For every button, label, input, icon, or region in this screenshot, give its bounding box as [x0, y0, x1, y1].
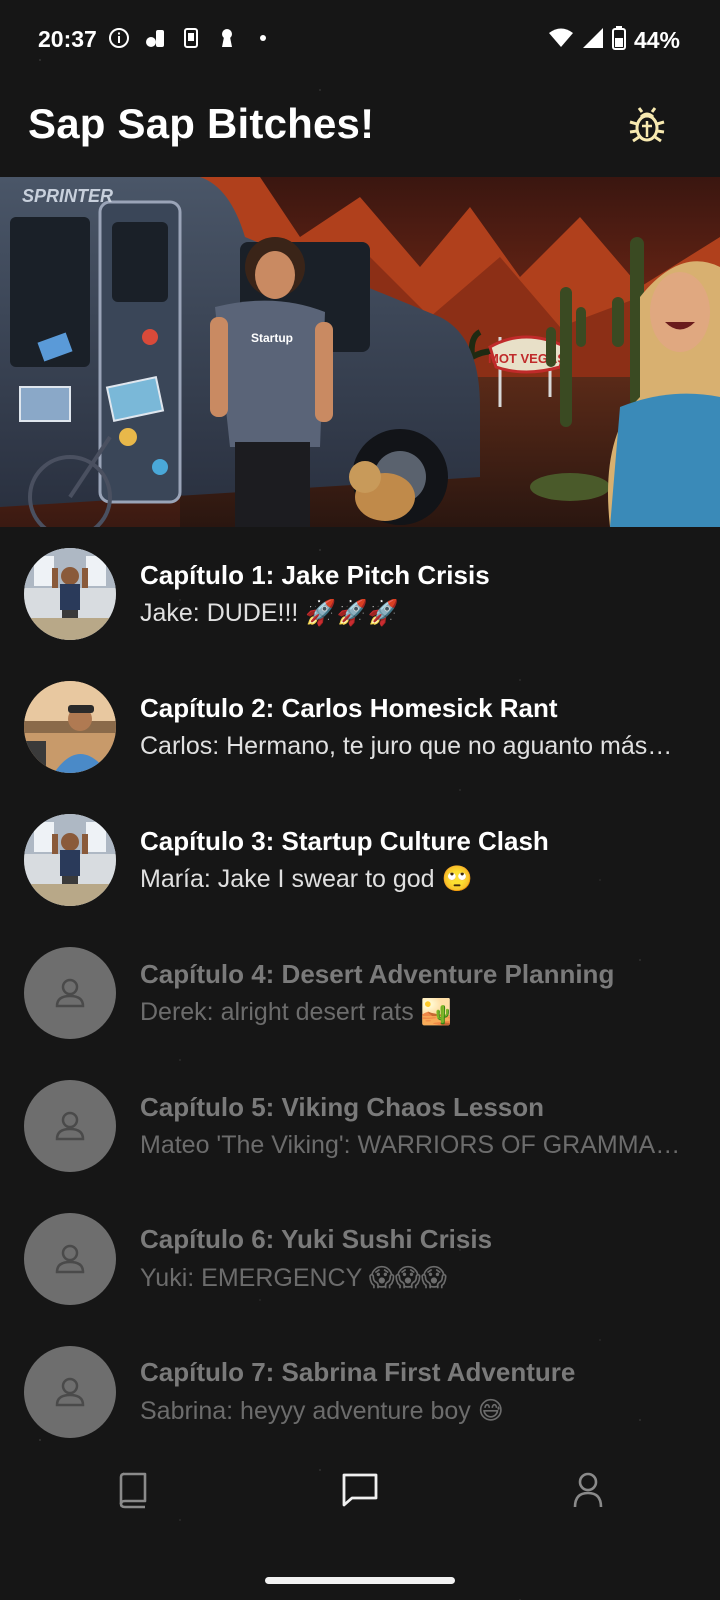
bug-icon: [629, 107, 665, 143]
chapter-text: Capítulo 5: Viking Chaos Lesson Mateo 'T…: [140, 1092, 696, 1160]
chat-icon: [342, 1473, 378, 1507]
bottom-navigation: [0, 1460, 720, 1540]
avatar: [24, 680, 116, 773]
chapter-preview: Mateo 'The Viking': WARRIORS OF GRAMMAR…: [140, 1130, 696, 1159]
status-bar: 20:37 44%: [0, 0, 720, 80]
chapter-preview: Derek: alright desert rats 🏜️: [140, 997, 452, 1026]
avatar: [24, 813, 116, 906]
keyhole-icon: [216, 27, 238, 49]
chapter-title: Capítulo 4: Desert Adventure Planning: [140, 958, 615, 989]
story-banner-image: MOT VEGAS SPRINTER Startup: [0, 177, 720, 527]
chapter-item-locked[interactable]: Capítulo 6: Yuki Sushi Crisis Yuki: EMER…: [0, 1192, 720, 1325]
phone-icon: [180, 27, 202, 49]
nav-profile-button[interactable]: [558, 1460, 618, 1520]
person-icon: [55, 1377, 85, 1406]
debug-button[interactable]: [624, 102, 670, 148]
gesture-navigation-bar[interactable]: [265, 1577, 455, 1584]
status-time: 20:37: [38, 26, 97, 52]
chapter-title: Capítulo 3: Startup Culture Clash: [140, 825, 549, 856]
app-notification-icon: [144, 27, 166, 49]
chapter-item-locked[interactable]: Capítulo 5: Viking Chaos Lesson Mateo 'T…: [0, 1059, 720, 1192]
chapter-list: Capítulo 1: Jake Pitch Crisis Jake: DUDE…: [0, 527, 720, 1458]
nav-library-button[interactable]: [104, 1460, 164, 1520]
chapter-item-locked[interactable]: Capítulo 7: Sabrina First Adventure Sabr…: [0, 1325, 720, 1458]
chapter-text: Capítulo 3: Startup Culture Clash María:…: [140, 826, 696, 894]
chapter-title: Capítulo 5: Viking Chaos Lesson: [140, 1091, 545, 1122]
chapter-text: Capítulo 6: Yuki Sushi Crisis Yuki: EMER…: [140, 1224, 696, 1293]
chapter-preview: María: Jake I swear to god 🙄: [140, 864, 473, 893]
chapter-title: Capítulo 1: Jake Pitch Crisis: [140, 559, 490, 590]
chapter-item[interactable]: Capítulo 3: Startup Culture Clash María:…: [0, 793, 720, 926]
chapter-item-locked[interactable]: Capítulo 4: Desert Adventure Planning De…: [0, 926, 720, 1059]
avatar-placeholder: [24, 1079, 116, 1172]
chapter-preview: Jake: DUDE!!! 🚀🚀🚀: [140, 598, 399, 627]
chapter-item[interactable]: Capítulo 1: Jake Pitch Crisis Jake: DUDE…: [0, 527, 720, 660]
profile-icon: [573, 1472, 603, 1508]
nav-chats-button[interactable]: [330, 1460, 390, 1520]
person-icon: [55, 1111, 85, 1140]
shirt-text: Startup: [251, 331, 293, 345]
avatar: [24, 547, 116, 640]
chapter-title: Capítulo 2: Carlos Homesick Rant: [140, 692, 558, 723]
chapter-preview: Yuki: EMERGENCY 😱😱😱: [140, 1264, 447, 1292]
wifi-icon: [548, 27, 574, 54]
avatar-placeholder: [24, 1345, 116, 1438]
chapter-text: Capítulo 2: Carlos Homesick Rant Carlos:…: [140, 693, 696, 761]
chapter-text: Capítulo 1: Jake Pitch Crisis Jake: DUDE…: [140, 560, 696, 628]
avatar-placeholder: [24, 946, 116, 1039]
chapter-item[interactable]: Capítulo 2: Carlos Homesick Rant Carlos:…: [0, 660, 720, 793]
chapter-text: Capítulo 7: Sabrina First Adventure Sabr…: [140, 1357, 696, 1426]
avatar-placeholder: [24, 1212, 116, 1305]
chapter-preview: Carlos: Hermano, te juro que no aguanto …: [140, 731, 673, 760]
book-icon: [119, 1472, 147, 1509]
chapter-preview: Sabrina: heyyy adventure boy 😅: [140, 1397, 504, 1425]
person-icon: [55, 978, 85, 1007]
battery-icon: [611, 26, 626, 55]
dot-icon: [252, 27, 274, 49]
person-icon: [55, 1244, 85, 1273]
chapter-text: Capítulo 4: Desert Adventure Planning De…: [140, 959, 696, 1027]
van-text: SPRINTER: [22, 186, 113, 206]
info-icon: [108, 27, 130, 49]
chapter-title: Capítulo 7: Sabrina First Adventure: [140, 1357, 576, 1387]
battery-percentage: 44%: [633, 27, 680, 53]
signal-icon: [582, 27, 604, 54]
status-system-icons: 44%: [548, 26, 680, 55]
chapter-title: Capítulo 6: Yuki Sushi Crisis: [140, 1224, 493, 1254]
page-title: Sap Sap Bitches!: [28, 100, 375, 147]
status-notification-icons: [108, 27, 274, 49]
